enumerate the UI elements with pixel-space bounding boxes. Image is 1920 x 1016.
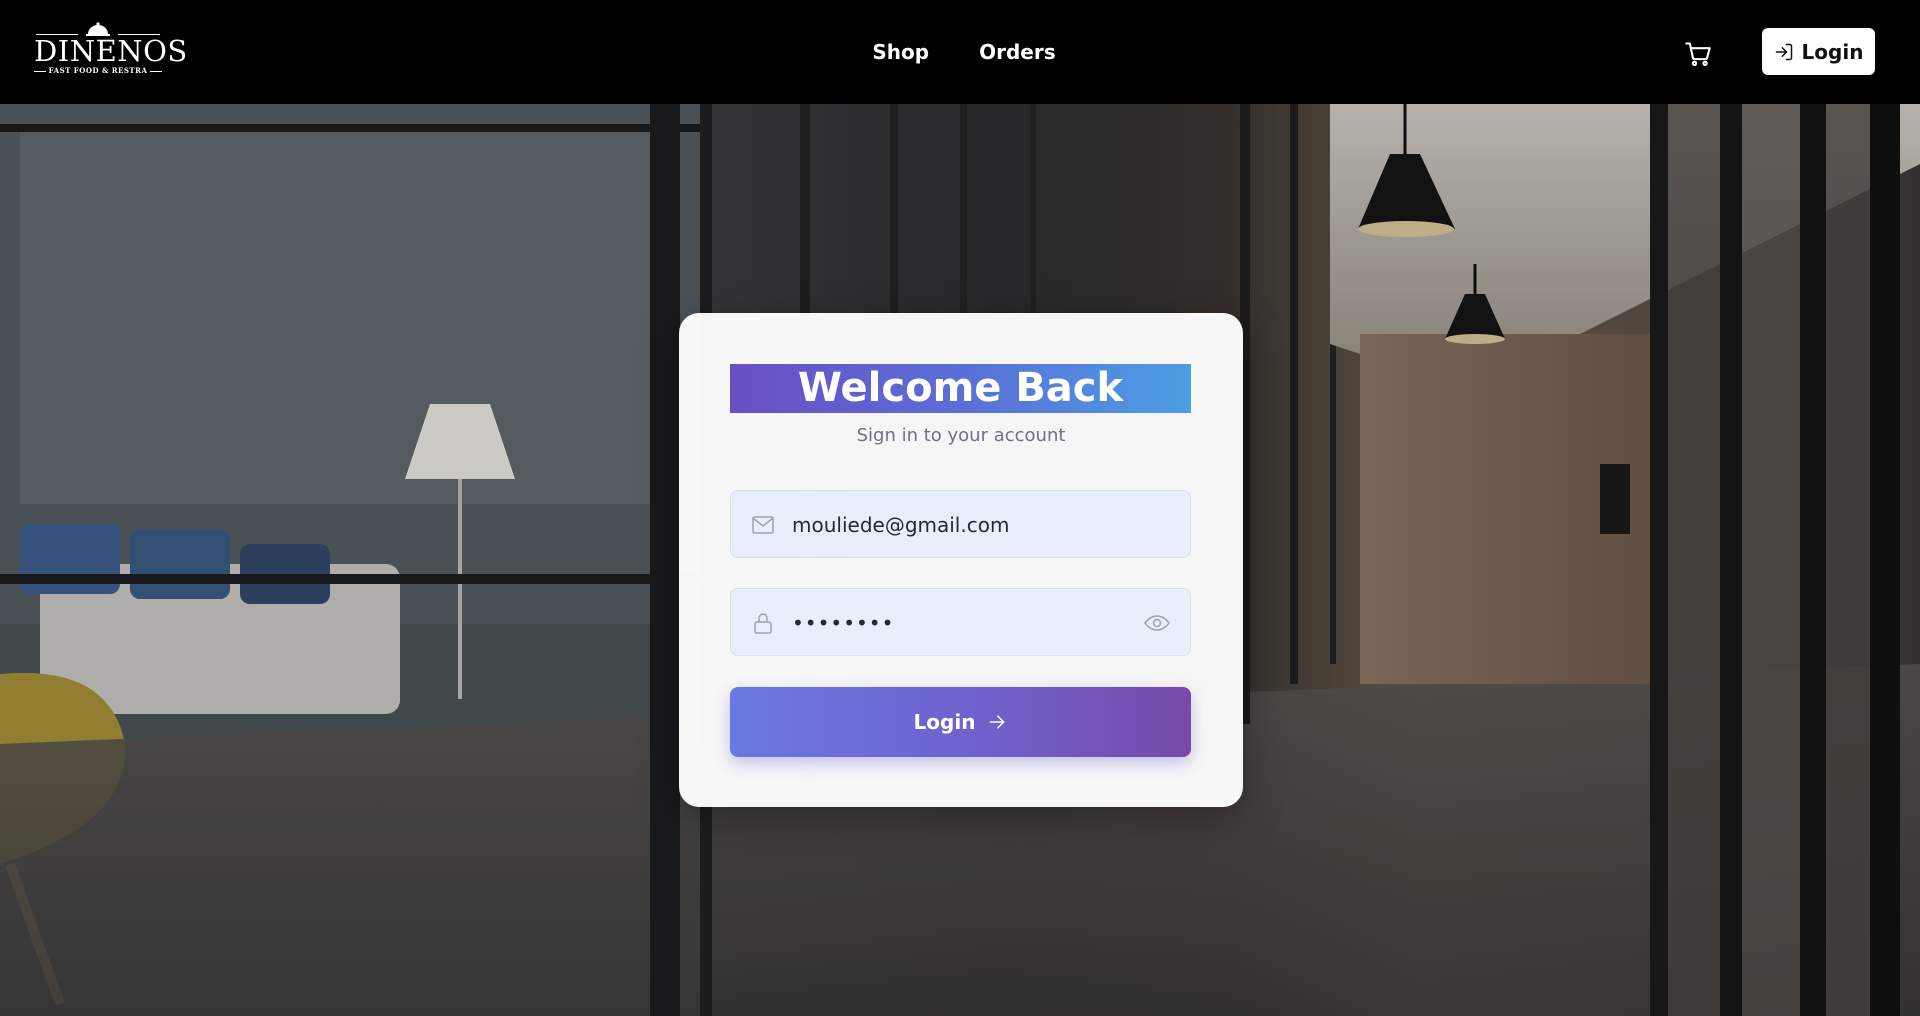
brand-logo[interactable]: DINENOS FAST FOOD & RESTRA — [34, 22, 188, 82]
nav-link-shop[interactable]: Shop — [872, 40, 929, 64]
email-value: mouliede@gmail.com — [792, 513, 1010, 537]
brand-tagline: FAST FOOD & RESTRA — [34, 66, 162, 76]
arrow-right-icon — [990, 715, 1005, 729]
lock-icon — [754, 613, 772, 634]
password-value: •••••••• — [792, 611, 895, 635]
cloche-icon — [86, 22, 110, 36]
email-field[interactable]: mouliede@gmail.com — [730, 490, 1191, 558]
nav-login-button[interactable]: Login — [1762, 28, 1875, 75]
nav-link-orders[interactable]: Orders — [979, 40, 1056, 64]
password-field[interactable]: •••••••• — [730, 588, 1191, 656]
login-submit-label: Login — [913, 710, 976, 734]
mail-icon — [752, 516, 774, 534]
nav-links: Shop Orders — [0, 0, 1920, 104]
login-submit-button[interactable]: Login — [730, 687, 1191, 757]
top-navbar: DINENOS FAST FOOD & RESTRA Shop Orders L… — [0, 0, 1920, 104]
login-icon — [1775, 43, 1792, 60]
nav-login-label: Login — [1801, 39, 1864, 64]
login-subtitle: Sign in to your account — [856, 425, 1066, 446]
login-card: Welcome Back Sign in to your account mou… — [679, 313, 1243, 807]
logo-ornament — [34, 22, 162, 36]
eye-icon[interactable] — [1144, 611, 1170, 635]
cart-icon[interactable] — [1684, 40, 1712, 68]
brand-name: DINENOS — [34, 34, 188, 68]
login-title: Welcome Back — [730, 364, 1191, 413]
